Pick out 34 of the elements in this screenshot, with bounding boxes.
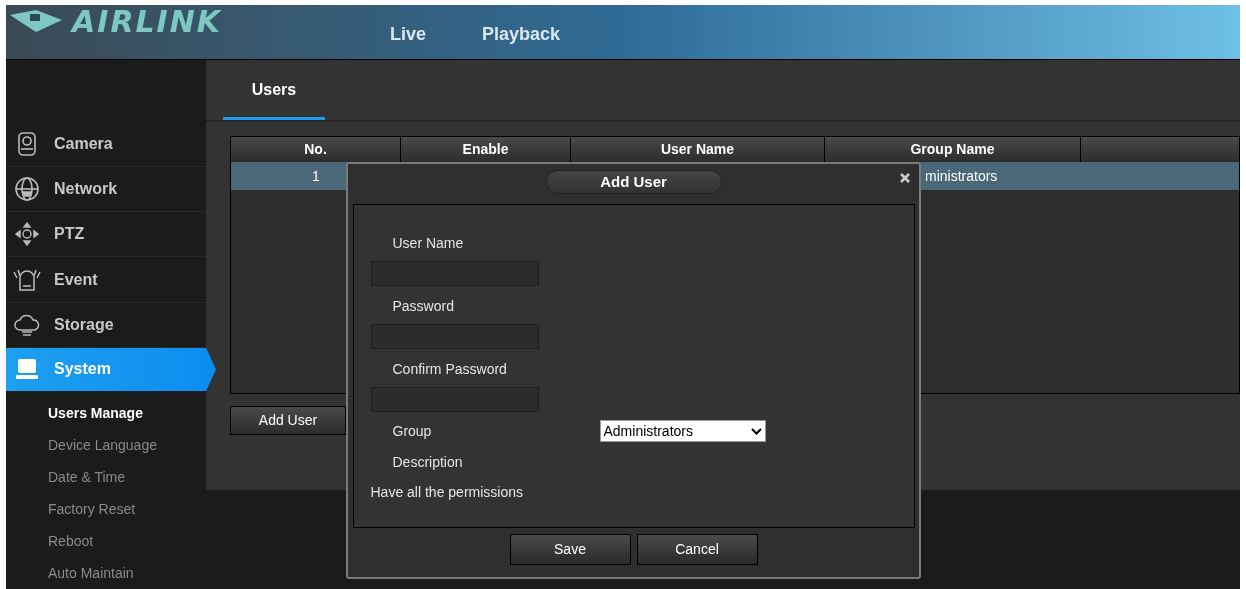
field-label: Group [392,422,433,441]
cloud-icon [14,312,40,337]
sidebar-item[interactable]: Camera [6,122,206,168]
globe-icon [14,176,40,203]
sidebar-subitem[interactable]: Device Language [48,429,206,461]
sidebar-subitem[interactable]: Users Manage [48,397,206,429]
field-label: User Name [392,234,465,253]
tab[interactable]: Users [223,74,325,120]
chevron-down-icon [750,427,762,435]
nav-link[interactable]: Live [386,21,431,48]
field-label: Confirm Password [392,360,508,379]
alarm-icon [10,267,44,292]
sidebar-subitem[interactable]: Factory Reset [48,493,206,525]
camera-icon [17,132,37,157]
group-dropdown[interactable]: Administrators [599,420,766,442]
table-cell: ministrators [925,168,998,184]
nav-link[interactable]: Playback [478,21,565,48]
dialog-button[interactable]: Save [509,534,631,565]
description-text: Have all the permissions [370,483,524,502]
field-label: Password [392,297,455,316]
close-icon [900,173,910,183]
table-cell: 1 [312,168,320,184]
monitor-icon [16,358,38,381]
dialog-title: Add User [545,170,722,194]
add-user-button[interactable]: Add User [230,406,346,435]
sidebar-subitem[interactable]: Auto Maintain [48,557,206,589]
dialog-button[interactable]: Cancel [636,534,758,565]
direction-pad-icon [15,222,39,247]
logo-icon [8,9,64,35]
sidebar-subitem[interactable]: Date & Time [48,461,206,493]
sidebar-subitem[interactable]: Reboot [48,525,206,557]
logo-text: AIRLINK [72,7,223,37]
sidebar-item[interactable]: Network [6,167,206,213]
field-label: Description [392,453,464,472]
